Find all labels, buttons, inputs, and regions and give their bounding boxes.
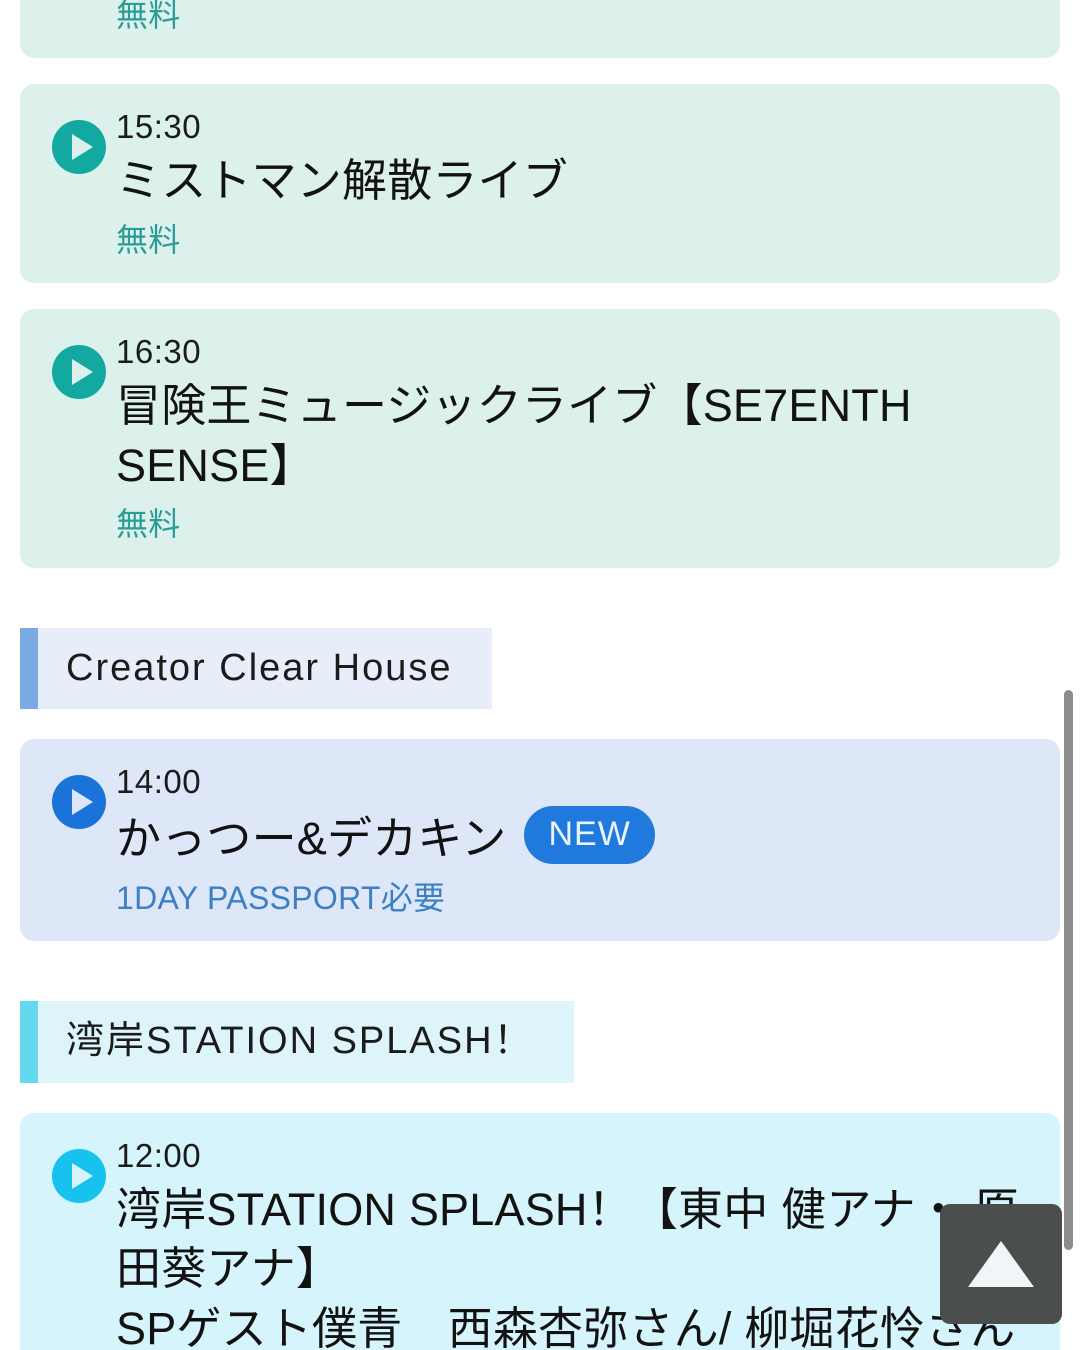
event-title: 湾岸STATION SPLASH！【東中 健アナ・ 原田葵アナ】 bbox=[116, 1183, 1019, 1295]
event-card[interactable]: 15:30 ミストマン解散ライブ 無料 bbox=[20, 84, 1060, 284]
play-icon[interactable] bbox=[52, 775, 106, 830]
play-icon[interactable] bbox=[52, 1148, 106, 1203]
event-time: 16:30 bbox=[116, 333, 202, 371]
event-note: 無料 bbox=[116, 221, 181, 258]
event-title-text: かっつー&デカキン bbox=[116, 813, 507, 865]
section-accent-bar bbox=[20, 1001, 38, 1083]
event-time: 15:30 bbox=[116, 108, 202, 146]
section-header-creator-clear-house: Creator Clear House bbox=[20, 627, 493, 710]
scroll-to-top-button[interactable] bbox=[940, 1204, 1062, 1324]
event-title: かっつー&デカキン NEW bbox=[116, 806, 1030, 869]
event-card[interactable]: 12:00 湾岸STATION SPLASH！【東中 健アナ・ 原田葵アナ】 S… bbox=[20, 1112, 1060, 1350]
event-title: 冒険王ミュージックライブ【SE7ENTH SENSE】 bbox=[116, 379, 912, 491]
triangle-up-icon bbox=[968, 1241, 1034, 1287]
play-icon[interactable] bbox=[52, 120, 106, 175]
event-time: 14:00 bbox=[116, 763, 202, 801]
event-time: 12:00 bbox=[116, 1136, 202, 1174]
schedule-screen: 真夏のお笑いライブ in お台場冒険王2023 無料 15:30 ミストマン解散… bbox=[0, 0, 1080, 1350]
scrollbar-thumb[interactable] bbox=[1064, 690, 1073, 1250]
event-title: ミストマン解散ライブ bbox=[116, 154, 569, 206]
play-icon[interactable] bbox=[52, 345, 106, 400]
section-header-label: Creator Clear House bbox=[66, 646, 453, 689]
section-header-label: 湾岸STATION SPLASH！ bbox=[66, 1020, 534, 1063]
event-card[interactable]: 真夏のお笑いライブ in お台場冒険王2023 無料 bbox=[20, 0, 1060, 59]
event-card[interactable]: 16:30 冒険王ミュージックライブ【SE7ENTH SENSE】 無料 bbox=[20, 309, 1060, 568]
status-badge-new: NEW bbox=[524, 806, 655, 865]
event-note: 無料 bbox=[116, 0, 181, 33]
event-note: 1DAY PASSPORT必要 bbox=[116, 879, 446, 916]
event-card[interactable]: 14:00 かっつー&デカキン NEW 1DAY PASSPORT必要 bbox=[20, 739, 1060, 942]
section-header-wangan-station-splash: 湾岸STATION SPLASH！ bbox=[20, 1001, 574, 1083]
event-note: 無料 bbox=[116, 506, 181, 543]
schedule-list[interactable]: 真夏のお笑いライブ in お台場冒険王2023 無料 15:30 ミストマン解散… bbox=[0, 0, 1080, 1350]
event-subtitle: SPゲスト僕青 西森杏弥さん/ 柳堀花怜さん bbox=[116, 1303, 1016, 1350]
section-accent-bar bbox=[20, 627, 38, 710]
